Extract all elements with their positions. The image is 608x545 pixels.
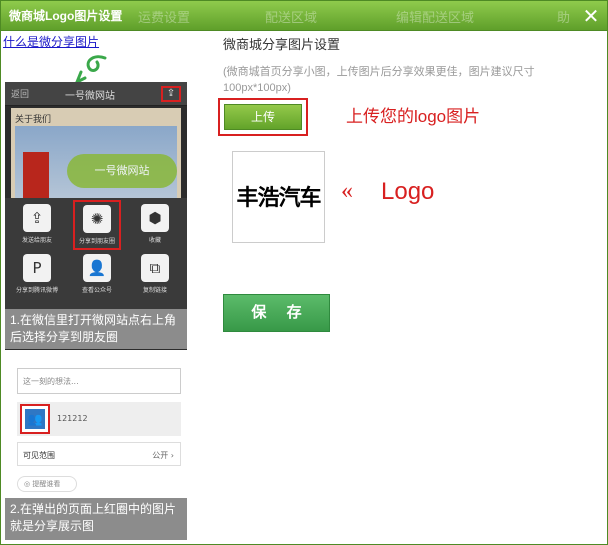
phone-header: 返回 一号微网站 ⇪ [5, 82, 187, 106]
weibo-icon: P [23, 254, 51, 282]
public-label: 公开 › [152, 451, 174, 460]
people-icon: 👥 [25, 409, 45, 429]
share-image-settings-title: 微商城分享图片设置 [223, 37, 341, 52]
background-tab-help: 助 [557, 10, 571, 25]
phone-title: 一号微网站 [65, 91, 115, 102]
share-tile-moments: ✺ 分享到朋友圈 [73, 200, 121, 250]
moments-icon: ✺ [83, 205, 111, 233]
tile-label: 复制链接 [142, 287, 167, 294]
visible-range-row: 可见范围 公开 › [17, 442, 181, 466]
share-tile-official-account: 👤 查看公众号 [73, 254, 121, 294]
visible-range-label: 可见范围 [23, 451, 55, 460]
share-tile-weibo: P 分享到腾讯微博 [13, 254, 61, 294]
tile-label: 收藏 [148, 237, 161, 244]
share-icon: ⇪ [161, 86, 181, 102]
logo-preview: 丰浩汽车 [232, 151, 325, 243]
background-tab-edit-delivery: 编辑配送区域 [396, 10, 475, 25]
favorite-icon: ⬢ [141, 204, 169, 232]
banner-button: 一号微网站 [67, 154, 177, 188]
tile-label: 查看公众号 [81, 287, 112, 294]
phone-back-label: 返回 [11, 90, 30, 100]
share-tile-copy-link: ⧉ 复制链接 [131, 254, 179, 294]
logo-settings-dialog: 微商城Logo图片设置 运费设置 配送区域 编辑配送区域 助 ✕ 什么是微分享图… [0, 0, 608, 545]
background-tab-delivery: 配送区域 [265, 10, 318, 25]
moment-text-input: 这一刻的想法... [17, 368, 181, 394]
remind-who-chip: ◎ 提醒谁看 [17, 476, 77, 492]
dialog-title: 微商城Logo图片设置 [9, 9, 123, 23]
share-tile-send-friend: ⇪ 发送给朋友 [13, 204, 61, 244]
share-card-number: 121212 [57, 414, 88, 423]
tile-label: 分享到腾讯微博 [15, 287, 58, 294]
guide-arrow-icon [75, 55, 107, 84]
logo-annotation: Logo [381, 178, 435, 205]
guide-step-1-caption: 1.在微信里打开微网站点右上角后选择分享到朋友圈 [5, 309, 187, 349]
share-tile-favorite: ⬢ 收藏 [131, 204, 179, 244]
what-is-share-image-link[interactable]: 什么是微分享图片 [3, 33, 99, 50]
upload-annotation: 上传您的logo图片 [346, 107, 481, 126]
share-preview-screenshot: 这一刻的想法... 👥 121212 可见范围 公开 › ◎ 提醒谁看 [5, 350, 187, 498]
save-button[interactable]: 保 存 [223, 294, 330, 332]
tile-label: 发送给朋友 [21, 237, 52, 244]
close-icon[interactable]: ✕ [579, 4, 603, 28]
dialog-titlebar[interactable]: 微商城Logo图片设置 运费设置 配送区域 编辑配送区域 助 ✕ [1, 1, 607, 31]
guide-step-2-caption: 2.在弹出的页面上红圈中的图片就是分享展示图 [5, 498, 187, 540]
share-image-hint: (微商城首页分享小图，上传图片后分享效果更佳，图片建议尺寸100px*100px… [223, 66, 535, 94]
phone-banner: 一号微网站 [15, 126, 177, 206]
dialog-content: 什么是微分享图片 返回 一号微网站 ⇪ 关于我们 一号微网站 ⇪ 发送给朋友 ✺… [1, 32, 607, 544]
background-tab-shipping: 运费设置 [138, 10, 191, 25]
copy-link-icon: ⧉ [141, 254, 169, 282]
user-icon: 👤 [83, 254, 111, 282]
upload-highlight-frame: 上传 [218, 98, 308, 136]
send-icon: ⇪ [23, 204, 51, 232]
share-thumbnail: 👥 [20, 404, 50, 434]
logo-image-text: 丰浩汽车 [236, 186, 321, 211]
logo-arrow-icon: « [341, 178, 353, 204]
tile-label: 分享到朋友圈 [78, 238, 115, 245]
upload-button[interactable]: 上传 [224, 104, 302, 130]
about-us-label: 关于我们 [15, 115, 52, 125]
share-card: 👥 121212 [17, 402, 181, 436]
